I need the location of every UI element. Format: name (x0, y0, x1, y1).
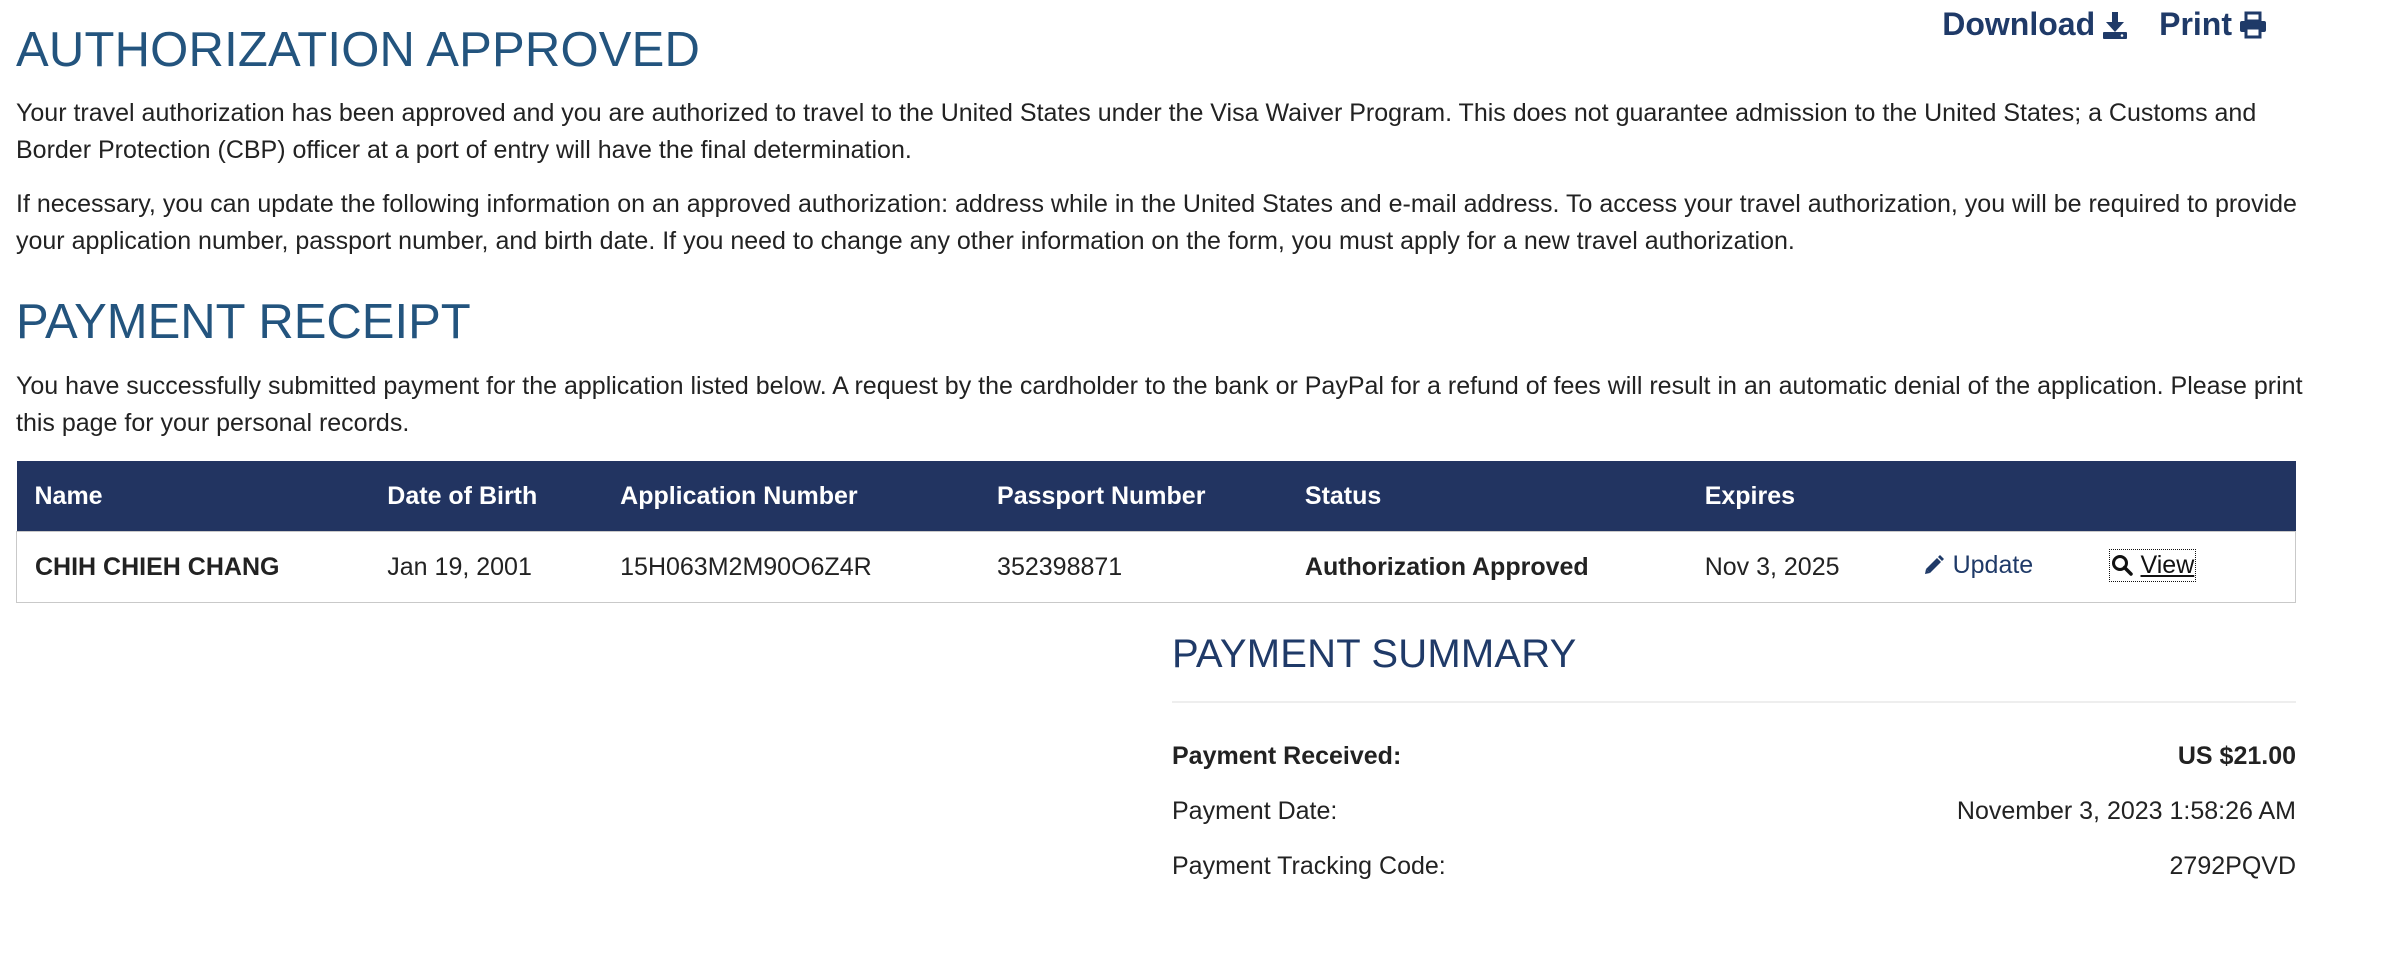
payment-tracking-row: Payment Tracking Code: 2792PQVD (1172, 839, 2296, 894)
view-link[interactable]: View (2108, 548, 2197, 582)
view-label: View (2140, 550, 2195, 579)
payment-receipt-paragraph: You have successfully submitted payment … (16, 372, 2303, 437)
table-row: CHIH CHIEH CHANG Jan 19, 2001 15H063M2M9… (16, 531, 2296, 603)
payment-received-label: Payment Received: (1172, 742, 1402, 770)
header-application-number: Application Number (602, 461, 980, 532)
cell-view: View (2092, 531, 2296, 603)
payment-date-label: Payment Date: (1172, 797, 1338, 825)
search-icon (2111, 555, 2133, 576)
update-label: Update (1952, 550, 2034, 579)
pencil-icon (1924, 555, 1944, 575)
authorization-paragraph-2: If necessary, you can update the followi… (16, 190, 2297, 255)
payment-received-row: Payment Received: US $21.00 (1172, 729, 2296, 784)
payment-summary-title: PAYMENT SUMMARY (1172, 632, 2296, 703)
cell-application-number: 15H063M2M90O6Z4R (602, 531, 980, 603)
print-label: Print (2159, 6, 2232, 42)
update-link[interactable]: Update (1923, 550, 2034, 580)
header-date-of-birth: Date of Birth (369, 461, 603, 532)
print-button[interactable]: Print (2159, 6, 2268, 43)
applications-table: Name Date of Birth Application Number Pa… (16, 461, 2296, 603)
payment-tracking-value: 2792PQVD (2169, 852, 2296, 880)
authorization-paragraph-1: Your travel authorization has been appro… (16, 99, 2257, 164)
page: Download Print AUTHORIZATION APPROVED Yo… (0, 0, 2394, 954)
print-icon (2240, 11, 2266, 38)
header-passport-number: Passport Number (979, 461, 1287, 532)
authorization-title: AUTHORIZATION APPROVED (16, 23, 701, 77)
header-expires: Expires (1686, 461, 1905, 532)
cell-update: Update (1904, 531, 2093, 603)
cell-date-of-birth: Jan 19, 2001 (369, 531, 603, 603)
cell-passport-number: 352398871 (979, 531, 1287, 603)
top-actions: Download Print (1942, 6, 2268, 43)
header-view-column (2092, 461, 2296, 532)
payment-summary: PAYMENT SUMMARY Payment Received: US $21… (1172, 632, 2296, 894)
header-status: Status (1286, 461, 1687, 532)
cell-status: Authorization Approved (1286, 531, 1687, 603)
cell-name: CHIH CHIEH CHANG (16, 531, 370, 603)
payment-date-value: November 3, 2023 1:58:26 AM (1956, 797, 2296, 825)
table-header-row: Name Date of Birth Application Number Pa… (16, 461, 2296, 532)
payment-received-value: US $21.00 (2177, 742, 2296, 770)
cell-expires: Nov 3, 2025 (1686, 531, 1905, 603)
payment-date-row: Payment Date: November 3, 2023 1:58:26 A… (1172, 784, 2296, 839)
download-icon (2103, 11, 2128, 39)
download-button[interactable]: Download (1942, 6, 2129, 43)
payment-receipt-title: PAYMENT RECEIPT (16, 295, 471, 349)
download-label: Download (1942, 6, 2096, 42)
payment-tracking-label: Payment Tracking Code: (1172, 852, 1446, 880)
header-name: Name (16, 461, 370, 532)
header-update-column (1904, 461, 2093, 532)
